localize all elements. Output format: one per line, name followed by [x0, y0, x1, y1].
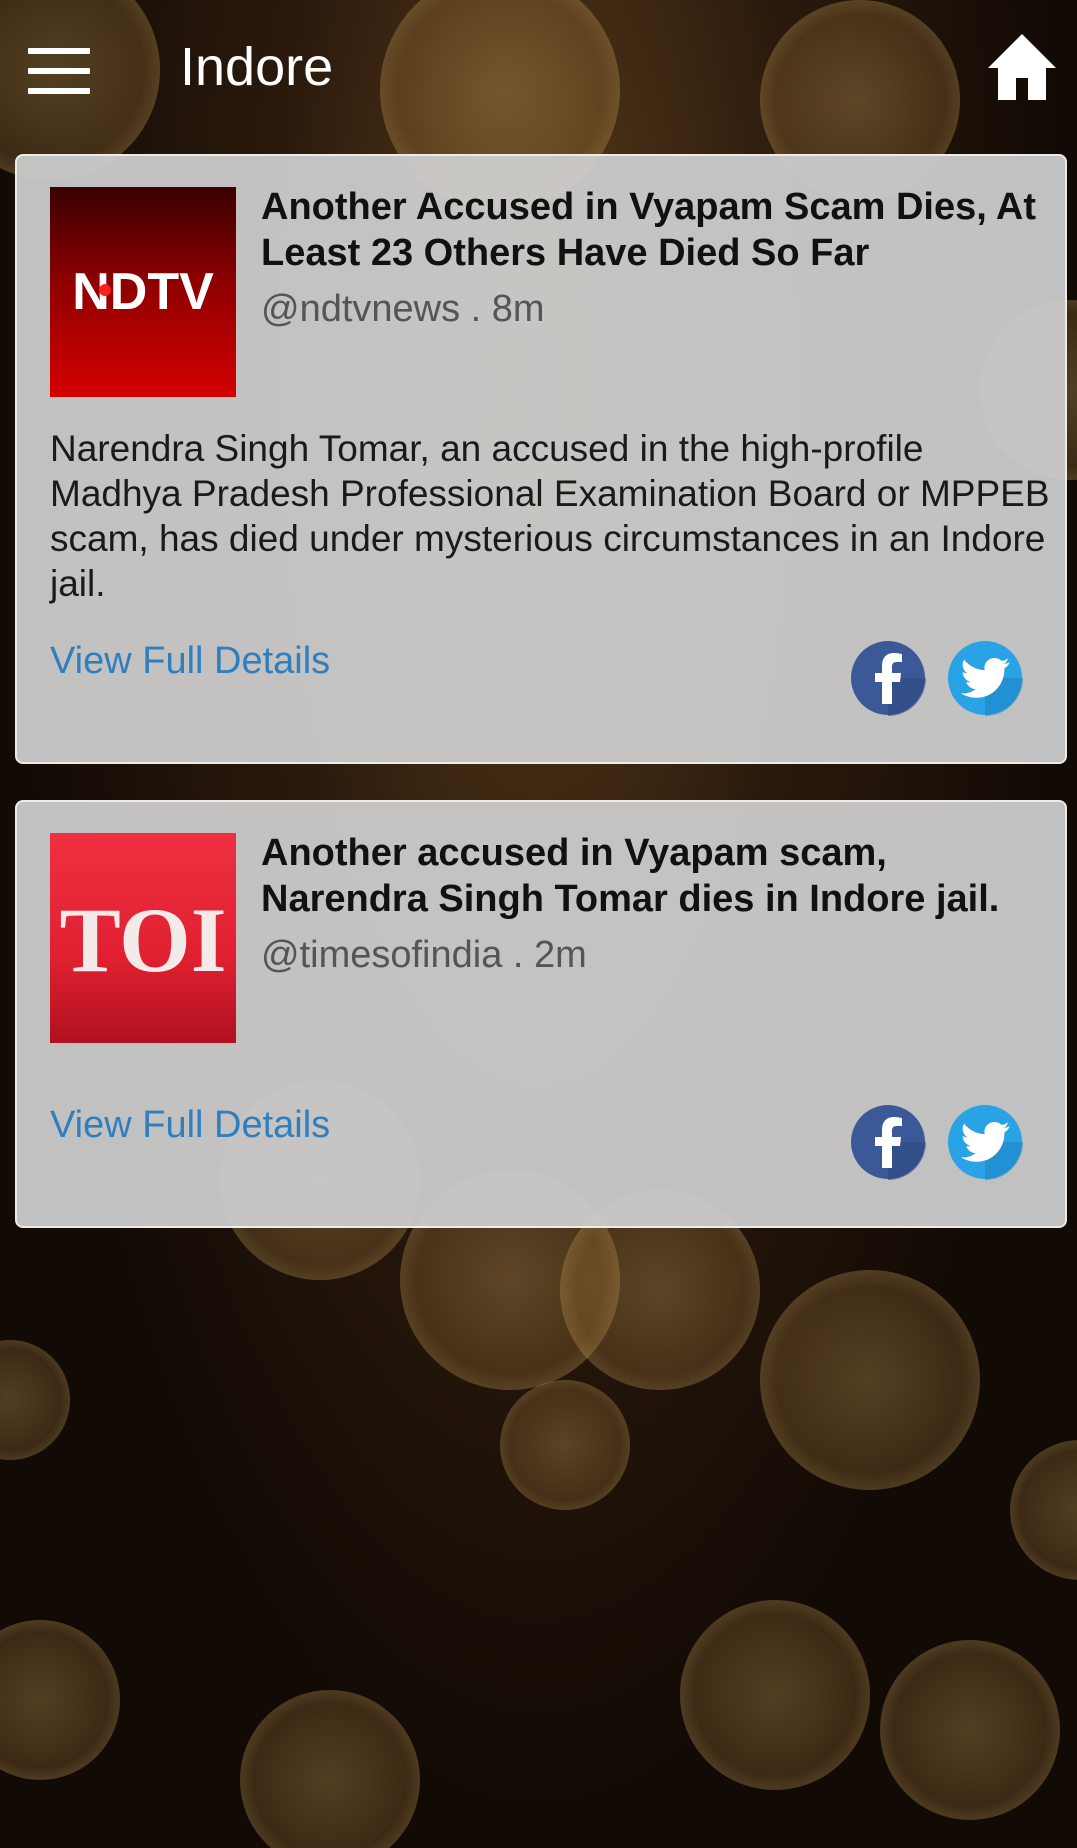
- post-meta: @ndtvnews . 8m: [261, 288, 545, 330]
- twitter-share-icon[interactable]: [947, 640, 1023, 716]
- app-bar: Indore: [0, 0, 1077, 140]
- news-card: NDTV Another Accused in Vyapam Scam Dies…: [15, 154, 1067, 764]
- toi-logo: TOI: [50, 833, 236, 1043]
- svg-text:NDTV: NDTV: [72, 263, 214, 321]
- home-icon[interactable]: [986, 30, 1058, 102]
- post-headline: Another Accused in Vyapam Scam Dies, At …: [261, 186, 1037, 274]
- post-meta: @timesofindia . 2m: [261, 934, 587, 976]
- news-card: TOI Another accused in Vyapam scam, Nare…: [15, 800, 1067, 1228]
- post-headline: Another accused in Vyapam scam, Narendra…: [261, 832, 1000, 920]
- view-full-details-link[interactable]: View Full Details: [50, 640, 330, 683]
- post-summary: Narendra Singh Tomar, an accused in the …: [50, 428, 1050, 604]
- twitter-share-icon[interactable]: [947, 1104, 1023, 1180]
- facebook-share-icon[interactable]: [850, 1104, 926, 1180]
- page-title: Indore: [180, 37, 334, 97]
- ndtv-logo: NDTV: [50, 187, 236, 397]
- svg-text:TOI: TOI: [59, 889, 226, 991]
- view-full-details-link[interactable]: View Full Details: [50, 1104, 330, 1147]
- hamburger-menu-icon[interactable]: [28, 48, 90, 94]
- facebook-share-icon[interactable]: [850, 640, 926, 716]
